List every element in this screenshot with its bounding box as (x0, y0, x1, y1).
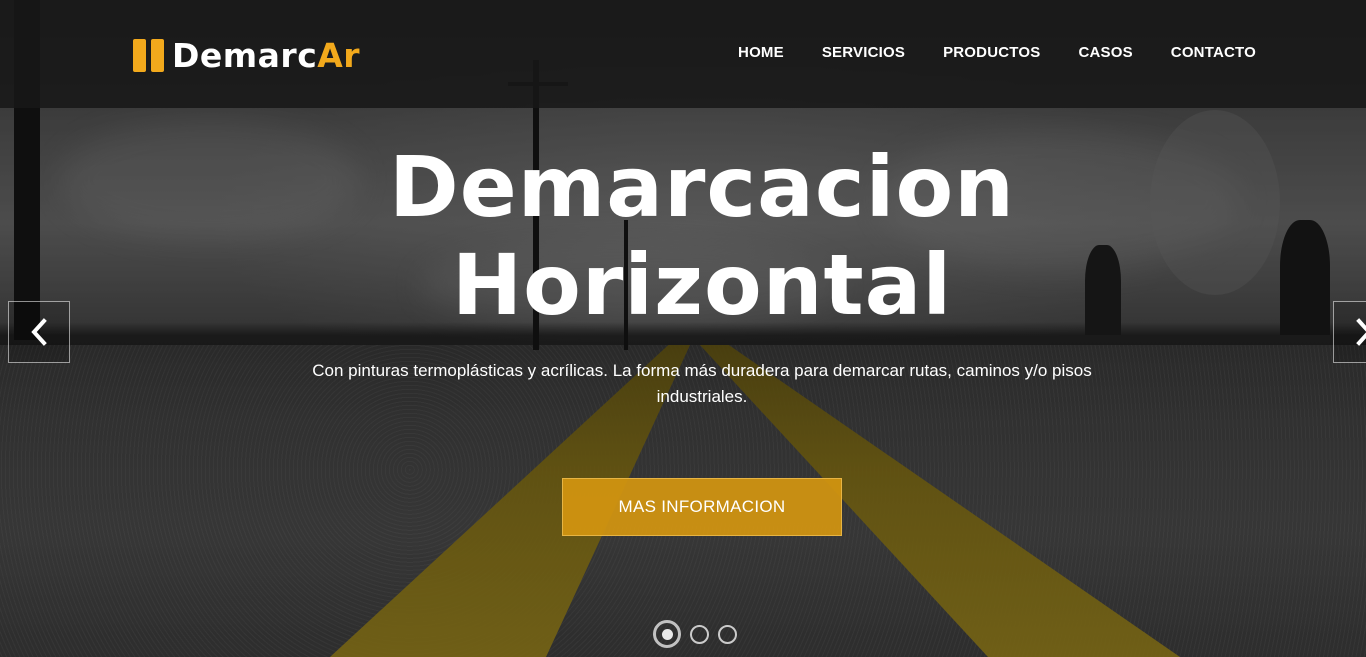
carousel-prev-button[interactable] (8, 301, 70, 363)
logo-bars-icon (133, 38, 164, 72)
mas-informacion-button[interactable]: MAS INFORMACION (562, 478, 842, 536)
hero-slider: DemarcAr HOME SERVICIOS PRODUCTOS CASOS … (0, 0, 1366, 657)
carousel-next-button[interactable] (1333, 301, 1366, 363)
hero-title-line2: Horizontal (451, 236, 953, 334)
nav-item-contacto[interactable]: CONTACTO (1171, 44, 1256, 61)
logo[interactable]: DemarcAr (133, 36, 360, 75)
logo-text: DemarcAr (172, 36, 360, 75)
carousel-dot-1[interactable] (653, 620, 681, 648)
chevron-right-icon (1356, 318, 1366, 346)
logo-text-accent: Ar (317, 35, 361, 75)
logo-text-main: Demarc (172, 35, 318, 75)
nav-item-servicios[interactable]: SERVICIOS (822, 44, 905, 61)
carousel-dot-3[interactable] (718, 624, 737, 644)
hero-subtitle: Con pinturas termoplásticas y acrílicas.… (312, 361, 1092, 406)
carousel-indicators (653, 620, 737, 648)
carousel-dot-2[interactable] (690, 624, 709, 644)
navbar: DemarcAr HOME SERVICIOS PRODUCTOS CASOS … (0, 0, 1366, 108)
nav-item-productos[interactable]: PRODUCTOS (943, 44, 1040, 61)
chevron-left-icon (31, 318, 47, 346)
hero-title-line1: Demarcacion (389, 138, 1015, 236)
nav-item-home[interactable]: HOME (738, 44, 784, 61)
hero-title: Demarcacion Horizontal (0, 138, 1366, 334)
main-nav: HOME SERVICIOS PRODUCTOS CASOS CONTACTO (738, 44, 1256, 61)
nav-item-casos[interactable]: CASOS (1078, 44, 1132, 61)
